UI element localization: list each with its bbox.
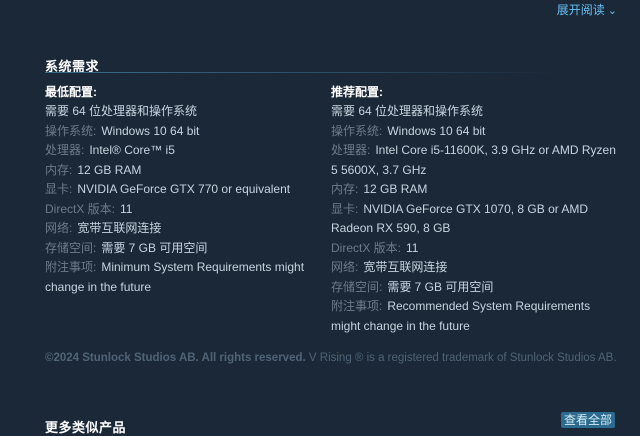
minimum-processor-row: 处理器: Intel® Core™ i5: [45, 141, 315, 161]
row-label: 操作系统:: [331, 123, 383, 138]
row-label: 附注事项:: [331, 299, 383, 313]
recommended-memory-row: 内存: 12 GB RAM: [331, 180, 616, 200]
row-label: 内存:: [45, 162, 73, 177]
row-label: 网络:: [45, 221, 73, 235]
copyright-text: ©2024 Stunlock Studios AB. All rights re…: [45, 352, 306, 364]
row-value: 12 GB RAM: [77, 162, 142, 177]
row-label: 显卡:: [45, 182, 73, 196]
row-value: 宽带互联网连接: [363, 260, 448, 274]
row-label: 网络:: [331, 260, 359, 274]
recommended-64bit-note: 需要 64 位处理器和操作系统: [331, 104, 484, 118]
minimum-heading: 最低配置:: [45, 85, 97, 99]
minimum-memory-row: 内存: 12 GB RAM: [45, 161, 315, 181]
chevron-down-icon: ⌄: [607, 5, 617, 17]
minimum-directx-row: DirectX 版本: 11: [45, 200, 315, 220]
row-label: 附注事项:: [45, 260, 97, 274]
row-label: 显卡:: [331, 201, 359, 216]
minimum-requirements: 最低配置: 需要 64 位处理器和操作系统 操作系统: Windows 10 64…: [45, 84, 315, 297]
row-label: 存储空间:: [45, 240, 97, 255]
row-label: 操作系统:: [45, 123, 97, 138]
row-label: 处理器:: [45, 143, 85, 157]
expand-reading-label: 展开阅读: [556, 3, 605, 17]
recommended-heading: 推荐配置:: [331, 85, 383, 99]
row-value: 宽带互联网连接: [77, 221, 162, 235]
row-label: 处理器:: [331, 143, 371, 157]
row-value: 需要 7 GB 可用空间: [387, 279, 494, 294]
row-value: Windows 10 64 bit: [387, 123, 486, 138]
expand-reading-link[interactable]: 展开阅读 ⌄: [557, 3, 617, 19]
row-value: 11: [406, 240, 419, 255]
minimum-notes-row: 附注事项: Minimum System Requirements might c…: [45, 258, 315, 297]
view-all-button[interactable]: 查看全部: [561, 412, 615, 428]
minimum-storage-row: 存储空间: 需要 7 GB 可用空间: [45, 239, 315, 259]
legal-notice: ©2024 Stunlock Studios AB. All rights re…: [45, 352, 617, 364]
recommended-requirements: 推荐配置: 需要 64 位处理器和操作系统 操作系统: Windows 10 64…: [331, 84, 616, 336]
row-value: Windows 10 64 bit: [101, 123, 200, 138]
more-like-this-title: 更多类似产品: [45, 420, 127, 435]
row-label: 内存:: [331, 182, 359, 196]
row-label: DirectX 版本:: [45, 201, 116, 216]
row-value: NVIDIA GeForce GTX 770 or equivalent: [77, 182, 291, 196]
row-value: 11: [120, 201, 133, 216]
trademark-text: V Rising ® is a registered trademark of …: [308, 352, 617, 364]
minimum-network-row: 网络: 宽带互联网连接: [45, 219, 315, 239]
row-value: Intel Core i5-11600K, 3.9 GHz or AMD Ryz…: [331, 143, 616, 177]
recommended-directx-row: DirectX 版本: 11: [331, 239, 616, 259]
minimum-graphics-row: 显卡: NVIDIA GeForce GTX 770 or equivalent: [45, 180, 315, 200]
row-value: 12 GB RAM: [363, 182, 428, 196]
recommended-os-row: 操作系统: Windows 10 64 bit: [331, 122, 616, 142]
row-label: DirectX 版本:: [331, 240, 402, 255]
row-label: 存储空间:: [331, 279, 383, 294]
recommended-storage-row: 存储空间: 需要 7 GB 可用空间: [331, 278, 616, 298]
section-divider: [45, 72, 557, 73]
minimum-64bit-note: 需要 64 位处理器和操作系统: [45, 104, 198, 118]
recommended-graphics-row: 显卡: NVIDIA GeForce GTX 1070, 8 GB or AMD …: [331, 200, 616, 239]
recommended-network-row: 网络: 宽带互联网连接: [331, 258, 616, 278]
recommended-processor-row: 处理器: Intel Core i5-11600K, 3.9 GHz or AMD…: [331, 141, 616, 180]
minimum-os-row: 操作系统: Windows 10 64 bit: [45, 122, 315, 142]
row-value: 需要 7 GB 可用空间: [101, 240, 208, 255]
row-value: NVIDIA GeForce GTX 1070, 8 GB or AMD Rad…: [331, 201, 589, 236]
recommended-notes-row: 附注事项: Recommended System Requirements mig…: [331, 297, 616, 336]
row-value: Intel® Core™ i5: [89, 143, 175, 157]
